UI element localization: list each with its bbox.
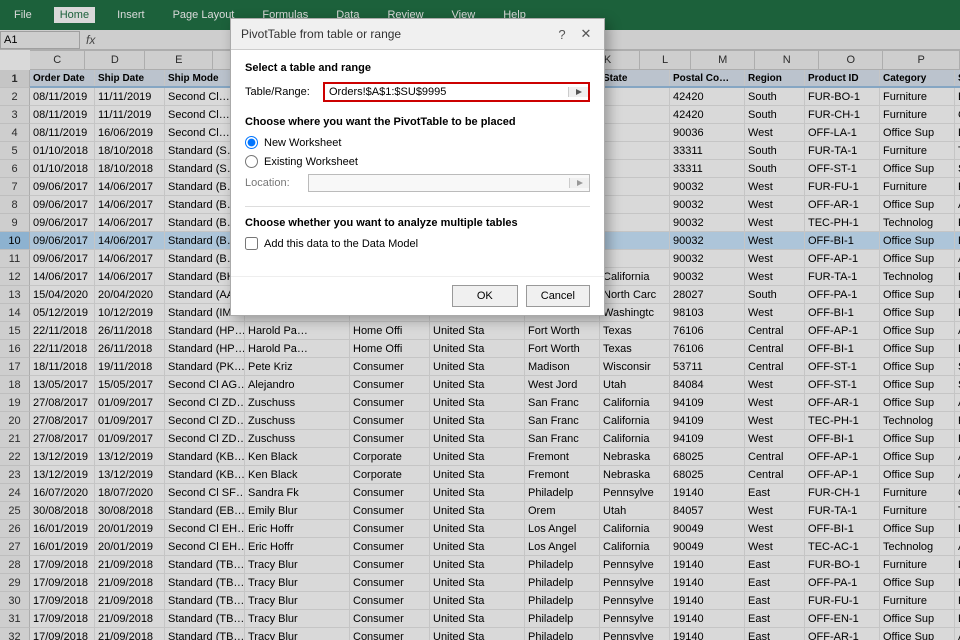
table-range-row: Table/Range: [245, 82, 590, 102]
placement-section: Choose where you want the PivotTable to … [245, 116, 590, 192]
dialog-body: Select a table and range Table/Range: Ch… [231, 50, 604, 276]
table-range-input[interactable] [325, 84, 568, 100]
dialog-titlebar-icons: ? ✕ [554, 26, 594, 42]
location-row: Location: [245, 174, 590, 192]
placement-title: Choose where you want the PivotTable to … [245, 116, 590, 128]
existing-worksheet-option: Existing Worksheet [245, 155, 590, 168]
existing-worksheet-radio[interactable] [245, 155, 258, 168]
add-data-model-option: Add this data to the Data Model [245, 237, 590, 250]
collapse-icon [574, 87, 584, 97]
location-label: Location: [245, 177, 300, 189]
location-input[interactable] [309, 175, 569, 191]
dialog-help-button[interactable]: ? [554, 26, 570, 42]
multiple-tables-section: Choose whether you want to analyze multi… [245, 206, 590, 250]
multiple-tables-title: Choose whether you want to analyze multi… [245, 217, 590, 229]
location-collapse-icon [575, 178, 585, 188]
table-range-label: Table/Range: [245, 86, 315, 98]
pivottable-dialog: PivotTable from table or range ? ✕ Selec… [230, 18, 605, 316]
ok-button[interactable]: OK [452, 285, 518, 307]
cancel-button[interactable]: Cancel [526, 285, 590, 307]
dialog-footer: OK Cancel [231, 276, 604, 315]
table-range-input-wrap [323, 82, 590, 102]
table-range-collapse-button[interactable] [568, 87, 588, 97]
location-collapse-button[interactable] [569, 178, 589, 188]
new-worksheet-label[interactable]: New Worksheet [264, 137, 341, 149]
location-input-wrap [308, 174, 590, 192]
new-worksheet-option: New Worksheet [245, 136, 590, 149]
add-data-model-label[interactable]: Add this data to the Data Model [264, 238, 418, 250]
new-worksheet-radio[interactable] [245, 136, 258, 149]
dialog-close-button[interactable]: ✕ [578, 26, 594, 42]
add-data-model-checkbox[interactable] [245, 237, 258, 250]
select-table-title: Select a table and range [245, 62, 590, 74]
existing-worksheet-label[interactable]: Existing Worksheet [264, 156, 358, 168]
dialog-titlebar: PivotTable from table or range ? ✕ [231, 19, 604, 50]
dialog-title: PivotTable from table or range [241, 27, 401, 41]
